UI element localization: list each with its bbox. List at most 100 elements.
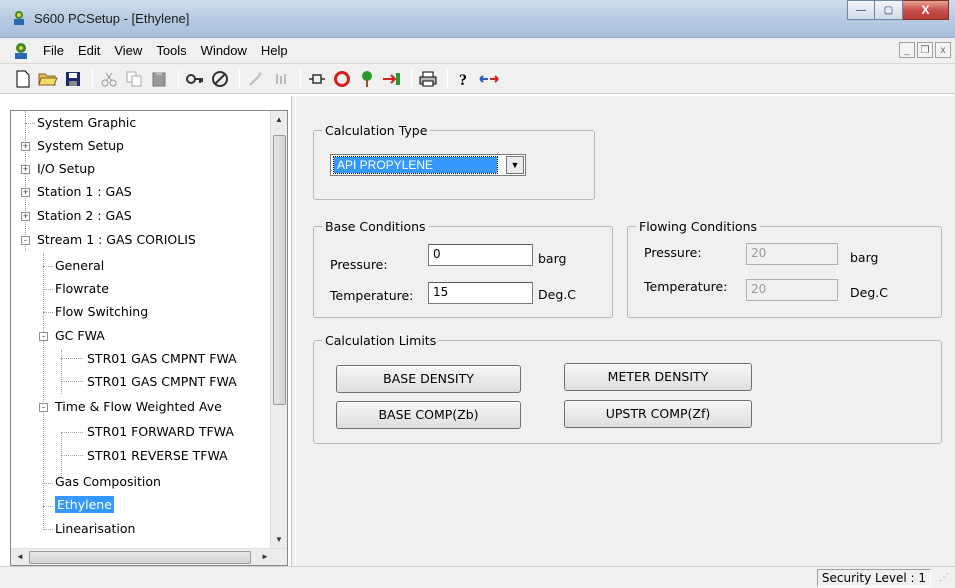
tree-connector — [43, 266, 53, 267]
scroll-left-icon[interactable]: ◄ — [16, 552, 24, 561]
flowing-pressure-input[interactable]: 20 — [746, 243, 838, 265]
tree-connector — [61, 350, 62, 394]
tree-connector — [25, 123, 35, 124]
tree-item-system-setup[interactable]: System Setup — [37, 135, 124, 157]
collapse-icon[interactable]: - — [21, 236, 30, 245]
cut-icon[interactable] — [98, 68, 120, 90]
scroll-up-icon[interactable]: ▲ — [275, 115, 283, 124]
copy-icon[interactable] — [123, 68, 145, 90]
tree-connector — [61, 381, 83, 382]
tree-item-linearisation[interactable]: Linearisation — [55, 518, 135, 540]
tree-icon[interactable] — [356, 68, 378, 90]
tree-item-time-flow-weighted[interactable]: Time & Flow Weighted Ave — [55, 396, 222, 418]
save-icon[interactable] — [62, 68, 84, 90]
tree-vertical-scrollbar[interactable]: ▲ ▼ — [270, 111, 287, 549]
window-title: S600 PCSetup - [Ethylene] — [34, 11, 190, 26]
toolbar-separator — [300, 68, 301, 89]
key-icon[interactable] — [184, 68, 206, 90]
tree-item-str01-forward-tfwa[interactable]: STR01 FORWARD TFWA — [87, 421, 234, 443]
tree-item-flow-switching[interactable]: Flow Switching — [55, 301, 148, 323]
scrollbar-thumb[interactable] — [29, 551, 251, 564]
menu-edit[interactable]: Edit — [71, 43, 107, 58]
arrow-into-icon[interactable] — [381, 68, 403, 90]
group-title: Calculation Type — [322, 123, 431, 138]
calculation-type-group: Calculation Type API PROPYLENE ▼ — [313, 123, 595, 200]
mdi-minimize-button[interactable]: _ — [899, 42, 915, 58]
base-temperature-input[interactable]: 15 — [428, 282, 533, 304]
tree-item-station-1[interactable]: Station 1 : GAS — [37, 181, 132, 203]
collapse-icon[interactable]: - — [39, 403, 48, 412]
connect-icon[interactable] — [209, 68, 231, 90]
open-folder-icon[interactable] — [37, 68, 59, 90]
group-title: Calculation Limits — [322, 333, 440, 348]
close-button[interactable]: X — [903, 0, 949, 20]
svg-text:?: ? — [459, 72, 467, 88]
tree-item-str01-reverse-tfwa[interactable]: STR01 REVERSE TFWA — [87, 445, 228, 467]
pane-splitter[interactable] — [291, 96, 295, 568]
tree-item-flowrate[interactable]: Flowrate — [55, 278, 109, 300]
paste-icon[interactable] — [148, 68, 170, 90]
pressure-unit: barg — [850, 250, 879, 265]
tree-connector — [43, 506, 53, 507]
tree-item-system-graphic[interactable]: System Graphic — [37, 112, 136, 134]
pressure-unit: barg — [538, 251, 567, 266]
tree-item-gas-composition[interactable]: Gas Composition — [55, 471, 161, 493]
tree-item-general[interactable]: General — [55, 255, 104, 277]
new-file-icon[interactable] — [12, 68, 34, 90]
mdi-restore-button[interactable]: ❐ — [917, 42, 933, 58]
expand-icon[interactable]: + — [21, 188, 30, 197]
tree-item-ethylene[interactable]: Ethylene — [55, 494, 114, 516]
tree-item-io-setup[interactable]: I/O Setup — [37, 158, 95, 180]
circle-icon[interactable] — [331, 68, 353, 90]
plug-icon[interactable] — [306, 68, 328, 90]
printer-icon[interactable] — [417, 68, 439, 90]
tree-connector — [43, 289, 53, 290]
tree-item-station-2[interactable]: Station 2 : GAS — [37, 205, 132, 227]
maximize-button[interactable]: ▢ — [875, 0, 903, 20]
navigation-tree[interactable]: System Graphic + System Setup + I/O Setu… — [10, 110, 288, 566]
bars-icon[interactable] — [270, 68, 292, 90]
scroll-right-icon[interactable]: ► — [261, 552, 269, 561]
wand-icon[interactable] — [245, 68, 267, 90]
tree-item-stream-1[interactable]: Stream 1 : GAS CORIOLIS — [37, 229, 196, 251]
selected-value: API PROPYLENE — [333, 156, 498, 174]
mdi-close-button[interactable]: x — [935, 42, 951, 58]
temperature-label: Temperature: — [330, 288, 414, 303]
expand-icon[interactable]: + — [21, 212, 30, 221]
menu-window[interactable]: Window — [194, 43, 254, 58]
base-comp-zb-button[interactable]: BASE COMP(Zb) — [336, 401, 521, 429]
status-bar: Security Level : 1 ⋰ — [0, 566, 955, 588]
scrollbar-thumb[interactable] — [273, 135, 286, 405]
temperature-unit: Deg.C — [850, 285, 888, 300]
group-title: Flowing Conditions — [636, 219, 760, 234]
scroll-down-icon[interactable]: ▼ — [275, 535, 283, 544]
swap-arrows-icon[interactable] — [478, 68, 500, 90]
minimize-button[interactable]: — — [847, 0, 875, 20]
meter-density-button[interactable]: METER DENSITY — [564, 363, 752, 391]
calculation-type-select[interactable]: API PROPYLENE ▼ — [330, 154, 526, 176]
flowing-temperature-input[interactable]: 20 — [746, 279, 838, 301]
chevron-down-icon[interactable]: ▼ — [506, 156, 524, 174]
app-icon — [14, 11, 24, 25]
expand-icon[interactable]: + — [21, 165, 30, 174]
base-pressure-input[interactable]: 0 — [428, 244, 533, 266]
resize-grip-icon[interactable]: ⋰ — [939, 572, 953, 586]
tree-item-gc-fwa[interactable]: GC FWA — [55, 325, 105, 347]
document-icon[interactable] — [10, 40, 32, 62]
collapse-icon[interactable]: - — [39, 332, 48, 341]
tree-horizontal-scrollbar[interactable]: ◄ ► — [11, 548, 287, 565]
menu-file[interactable]: File — [36, 43, 71, 58]
help-icon[interactable]: ? — [453, 68, 475, 90]
tree-item-str01-gas-cmpnt-fwa[interactable]: STR01 GAS CMPNT FWA — [87, 348, 237, 370]
tree-item-str01-gas-cmpnt-fwa[interactable]: STR01 GAS CMPNT FWA — [87, 371, 237, 393]
menu-help[interactable]: Help — [254, 43, 295, 58]
base-density-button[interactable]: BASE DENSITY — [336, 365, 521, 393]
title-bar: S600 PCSetup - [Ethylene] — ▢ X — [0, 0, 955, 38]
tree-connector — [43, 529, 53, 530]
menu-tools[interactable]: Tools — [149, 43, 193, 58]
tree-connector — [43, 253, 44, 530]
upstr-comp-zf-button[interactable]: UPSTR COMP(Zf) — [564, 400, 752, 428]
toolbar-separator — [447, 68, 448, 89]
menu-view[interactable]: View — [107, 43, 149, 58]
expand-icon[interactable]: + — [21, 142, 30, 151]
